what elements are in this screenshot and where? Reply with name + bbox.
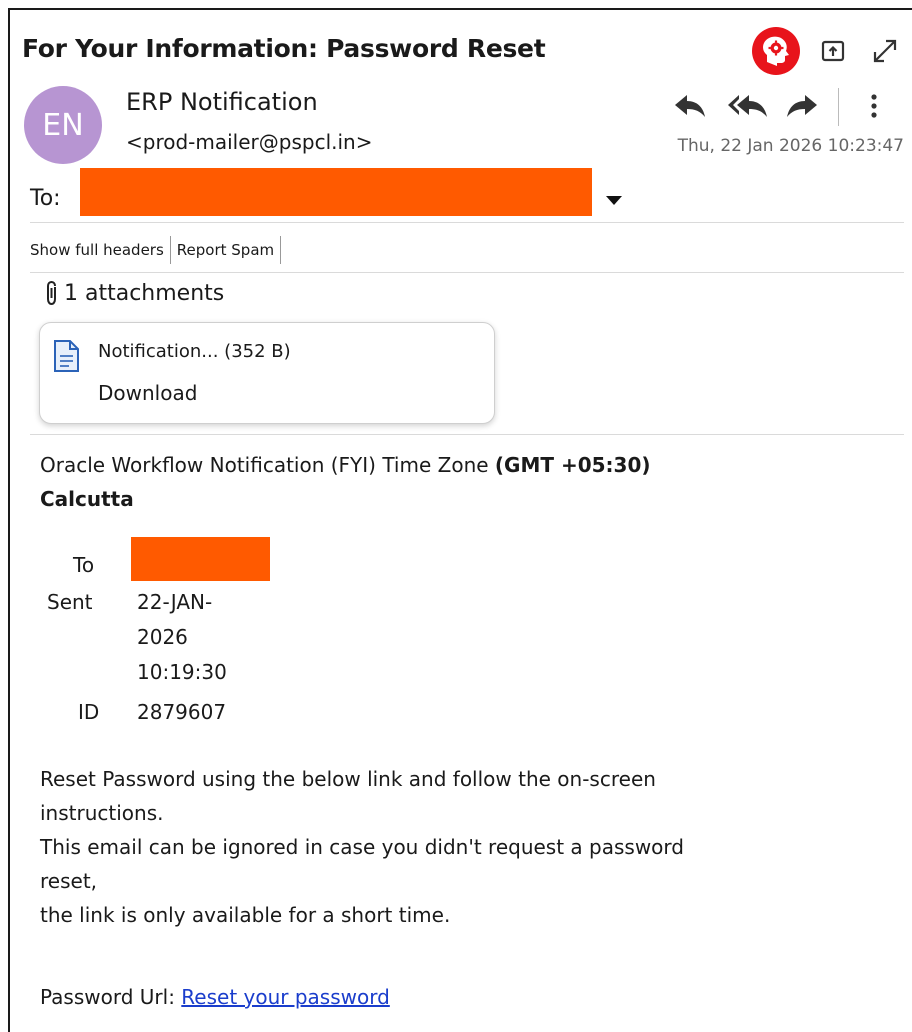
download-button[interactable]: Download [98, 381, 197, 405]
avatar: EN [24, 86, 102, 164]
email-date: Thu, 22 Jan 2026 10:23:47 [677, 136, 904, 156]
attachment-card[interactable]: Notification... (352 B) Download [39, 322, 495, 424]
field-id-label: ID [78, 700, 100, 724]
file-icon [52, 339, 80, 377]
email-subject: For Your Information: Password Reset [22, 34, 546, 63]
reply-all-icon[interactable] [724, 88, 772, 124]
reply-icon[interactable] [670, 88, 710, 124]
attachment-name[interactable]: Notification... (352 B) [98, 341, 291, 362]
divider [30, 272, 904, 273]
settings-badge-icon[interactable] [751, 26, 801, 76]
sender-email: <prod-mailer@pspcl.in> [126, 130, 373, 154]
link-separator [280, 236, 282, 264]
more-icon[interactable] [862, 88, 886, 124]
report-spam-link[interactable]: Report Spam [171, 241, 280, 259]
sender-name: ERP Notification [126, 88, 318, 116]
attachments-heading: 1 attachments [44, 280, 224, 306]
redacted-recipient [80, 168, 592, 216]
field-sent-line3: 10:19:30 [137, 660, 227, 684]
reset-password-link[interactable]: Reset your password [181, 985, 390, 1009]
expand-icon[interactable] [868, 34, 902, 68]
show-full-headers-link[interactable]: Show full headers [30, 241, 170, 259]
body-paragraph: Reset Password using the below link and … [40, 767, 684, 927]
attachments-count: 1 attachments [64, 280, 225, 306]
password-url-line: Password Url: Reset your password [40, 985, 390, 1009]
body-intro: Oracle Workflow Notification (FYI) Time … [40, 453, 651, 511]
to-label: To: [30, 186, 61, 211]
field-sent-label: Sent [47, 590, 93, 614]
action-separator [838, 88, 839, 126]
paperclip-icon [44, 280, 60, 306]
field-sent-line1: 22-JAN- [137, 590, 213, 614]
popout-icon[interactable] [818, 36, 848, 66]
divider [30, 434, 904, 435]
forward-icon[interactable] [782, 88, 822, 124]
field-sent-line2: 2026 [137, 625, 188, 649]
header-links: Show full headers Report Spam [30, 236, 282, 264]
field-id-value: 2879607 [137, 700, 227, 724]
redacted-to-value [131, 537, 270, 581]
field-to-label: To [73, 553, 95, 577]
chevron-down-icon[interactable] [606, 196, 622, 205]
divider [30, 222, 904, 223]
